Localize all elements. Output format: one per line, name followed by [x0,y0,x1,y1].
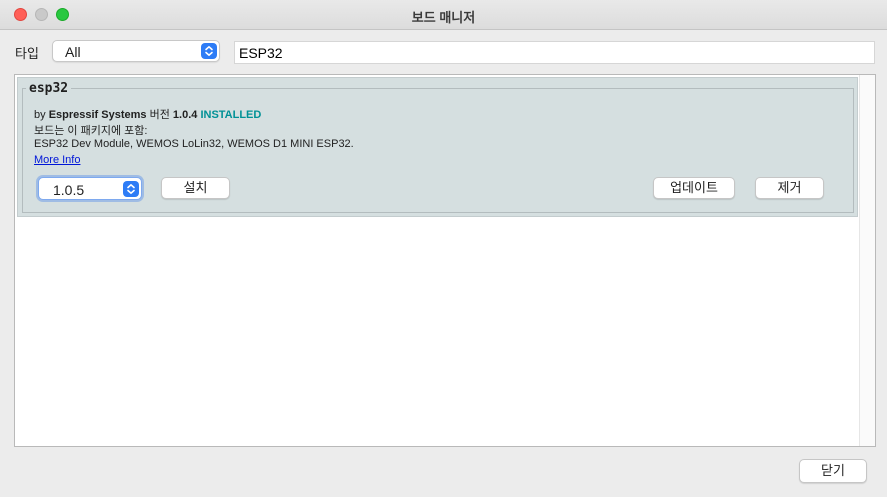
package-card[interactable]: esp32 by Espressif Systems 버전 1.0.4 INST… [17,77,858,217]
package-name: esp32 [26,81,72,96]
type-label: 타입 [15,46,39,61]
includes-label: 보드는 이 패키지에 포함: [34,125,148,137]
title-bar: 보드 매니저 [0,0,887,30]
install-button[interactable]: 설치 [161,177,230,199]
board-manager-window: 보드 매니저 타입 All esp32 by Espressif Systems… [0,0,887,497]
package-list: esp32 by Espressif Systems 버전 1.0.4 INST… [14,74,876,447]
type-select[interactable]: All [52,40,220,62]
package-byline: by Espressif Systems 버전 1.0.4 INSTALLED [34,106,261,122]
list-scrollbar[interactable] [859,75,875,446]
by-text: by [34,109,46,121]
more-info-link[interactable]: More Info [34,154,80,166]
type-select-value: All [65,44,81,60]
version-select-value: 1.0.5 [53,182,85,198]
remove-button[interactable]: 제거 [755,177,824,199]
boards-list: ESP32 Dev Module, WEMOS LoLin32, WEMOS D… [34,138,354,150]
installed-version: 1.0.4 [172,109,198,121]
chevron-updown-icon [201,43,217,59]
version-word: 버전 [149,109,170,121]
installed-badge: INSTALLED [200,109,262,121]
chevron-updown-icon [123,181,139,197]
window-title: 보드 매니저 [411,10,476,25]
close-button[interactable]: 닫기 [799,459,867,483]
update-button[interactable]: 업데이트 [653,177,735,199]
version-select[interactable]: 1.0.5 [38,177,142,200]
package-author: Espressif Systems [48,109,147,121]
search-input[interactable] [234,41,875,64]
